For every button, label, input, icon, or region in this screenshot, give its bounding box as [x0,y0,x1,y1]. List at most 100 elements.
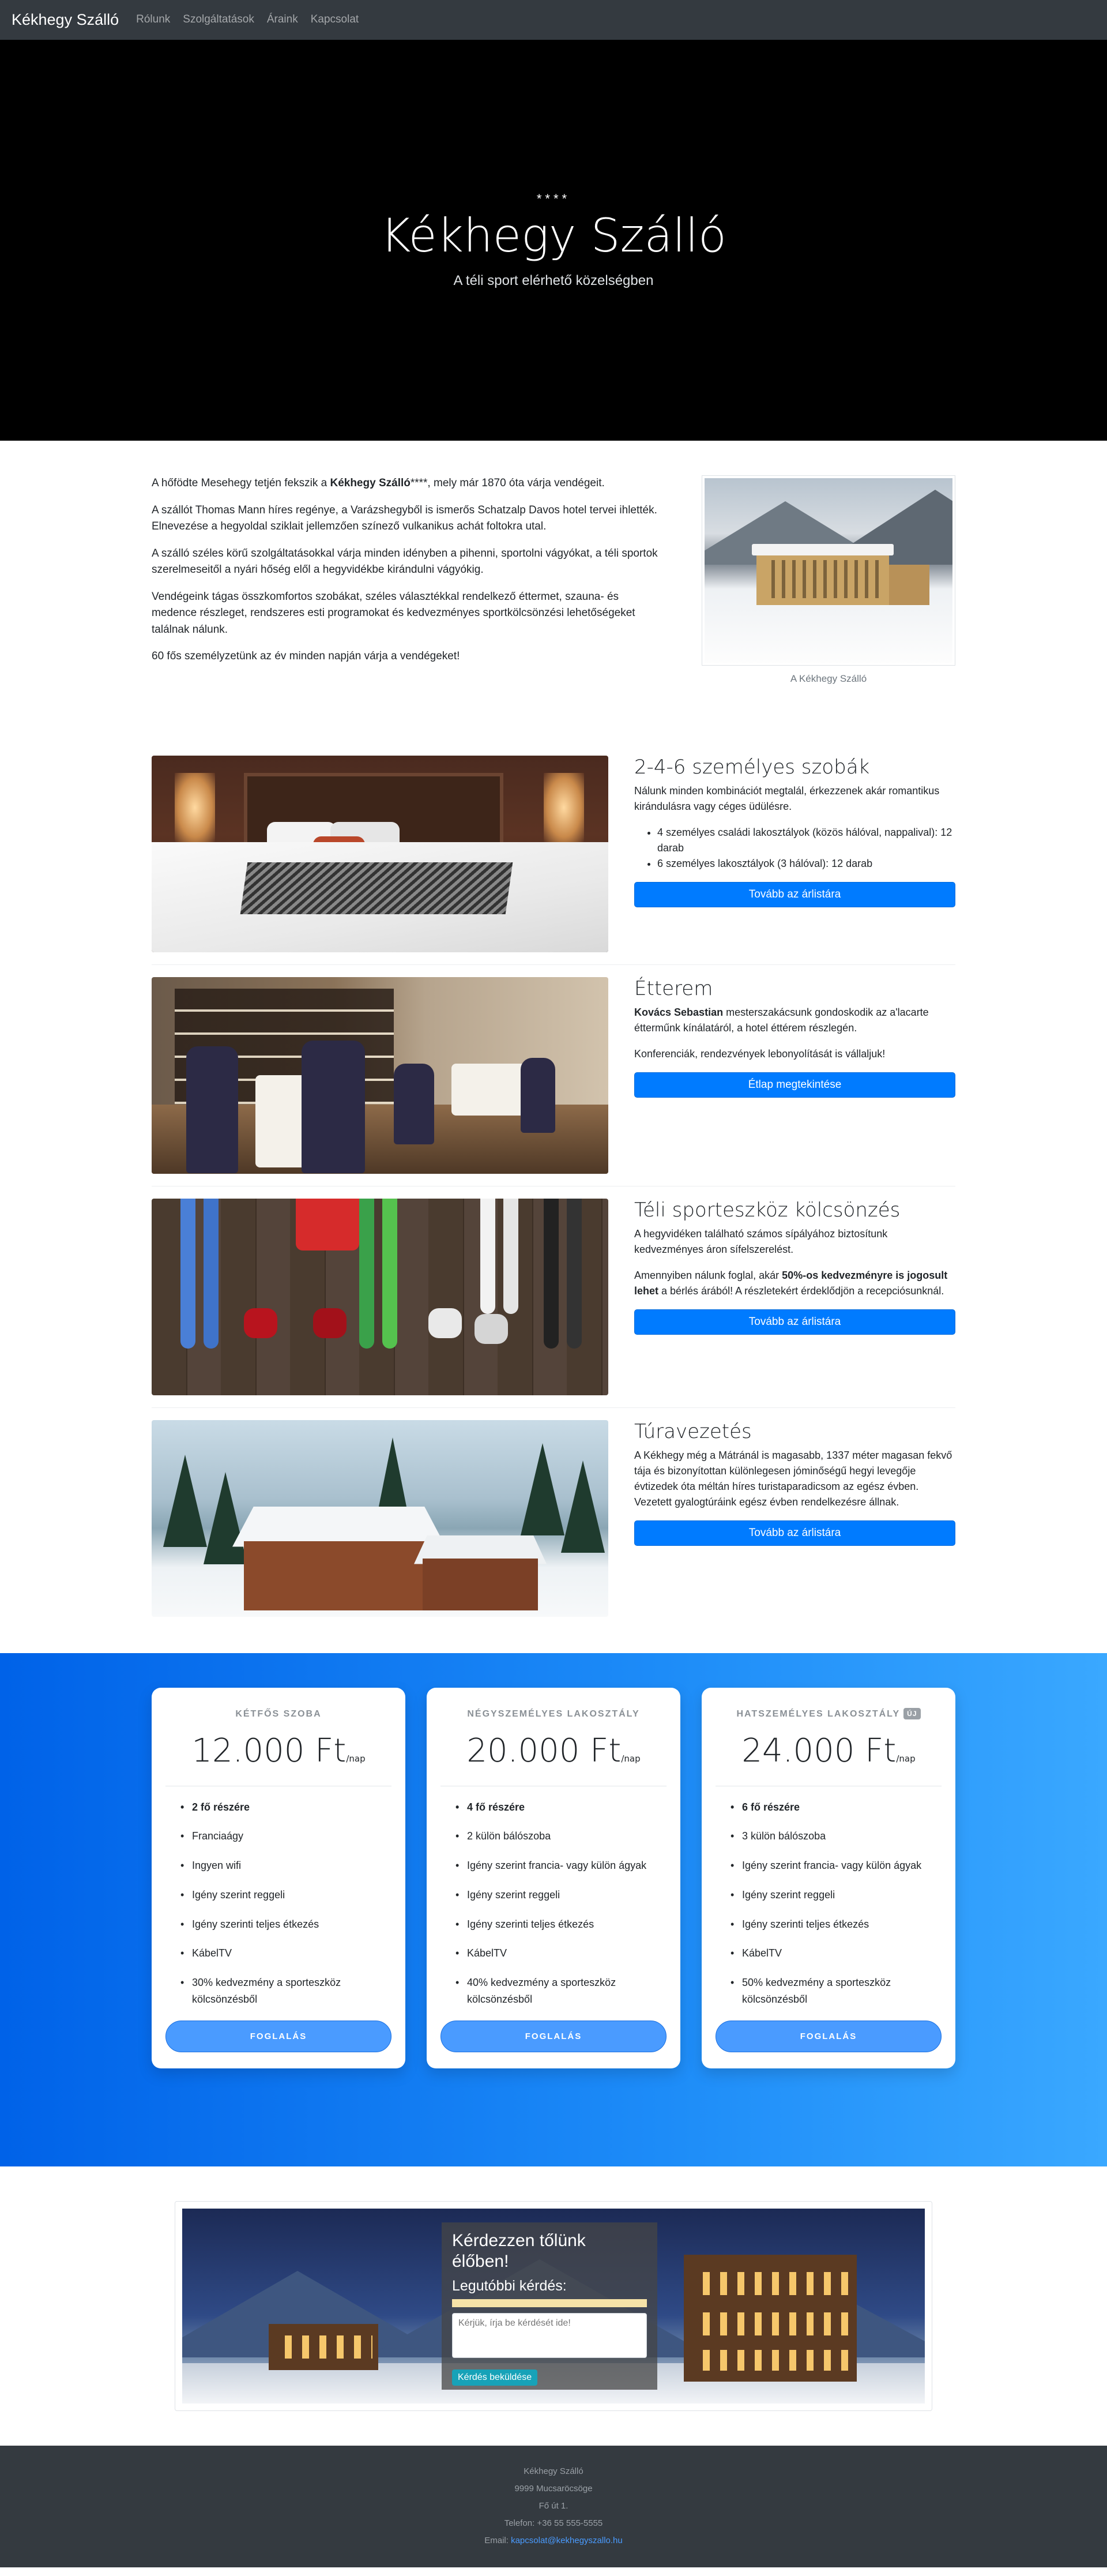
tours-pricelist-button[interactable]: Tovább az árlistára [634,1520,955,1546]
nav-link-about[interactable]: Rólunk [136,12,170,28]
about-p1-pre: A hőfödte Mesehegy tetjén fekszik a [152,477,330,489]
card-name: NÉGYSZEMÉLYES LAKOSZTÁLY [467,1708,640,1719]
price-unit: /nap [621,1753,641,1764]
top-navbar: Kékhegy Szálló Rólunk Szolgáltatások Ára… [0,0,1107,40]
about-paragraph: A szálló széles körű szolgáltatásokkal v… [152,547,658,576]
list-item: KábelTV [180,1945,391,1962]
list-item: Ingyen wifi [180,1857,391,1874]
list-item: Igény szerint francia- vagy külön ágyak [455,1857,667,1874]
list-item: Igény szerint reggeli [731,1887,942,1903]
feature-tours: Túravezetés A Kékhegy még a Mátránál is … [152,1420,955,1629]
rooms-body: 2-4-6 személyes szobák Nálunk minden kom… [634,756,955,952]
list-item: KábelTV [731,1945,942,1962]
about-paragraph: Vendégeink tágas összkomfortos szobákat,… [152,590,635,636]
hero-section: **** Kékhegy Szálló A téli sport elérhet… [0,40,1107,441]
rental-text: A hegyvidéken található számos sípályáho… [634,1228,888,1256]
hotel-photo-caption: A Kékhegy Szálló [790,673,867,684]
rental-body: Téli sporteszköz kölcsönzés A hegyvidéke… [634,1199,955,1395]
list-item: 4 személyes családi lakosztályok (közös … [657,825,955,856]
list-item: 2 fő részére [180,1799,391,1816]
list-item: 30% kedvezmény a sporteszköz kölcsönzésb… [180,1974,391,2008]
rental-pricelist-button[interactable]: Tovább az árlistára [634,1309,955,1335]
list-item: Igény szerinti teljes étkezés [180,1916,391,1933]
card-features: 2 fő részére Franciaágy Ingyen wifi Igén… [165,1799,391,2008]
list-item: 2 külön bálószoba [455,1828,667,1845]
new-badge: ÚJ [903,1708,921,1720]
restaurant-photo [152,977,608,1174]
footer-street: Fő út 1. [539,2500,568,2511]
about-hotel-name: Kékhegy Szálló [330,477,411,489]
list-item: Franciaágy [180,1828,391,1845]
pricing-section: KÉTFŐS SZOBA 12.000 Ft/nap 2 fő részére … [0,1653,1107,2166]
tours-title: Túravezetés [634,1420,752,1443]
pricing-card-double: KÉTFŐS SZOBA 12.000 Ft/nap 2 fő részére … [152,1687,405,2068]
card-name: KÉTFŐS SZOBA [235,1708,322,1719]
card-features: 4 fő részére 2 külön bálószoba Igény sze… [440,1799,667,2008]
rooms-list: 4 személyes családi lakosztályok (közös … [657,825,955,872]
rooms-photo [152,755,608,952]
tours-text: A Kékhegy még a Mátránál is magasabb, 13… [634,1450,952,1508]
hero-stars: **** [536,191,571,206]
menu-button[interactable]: Étlap megtekintése [634,1072,955,1098]
list-item: 3 külön bálószoba [731,1828,942,1845]
book-button[interactable]: FOGLALÁS [716,2020,942,2052]
restaurant-title: Étterem [634,977,713,1000]
about-p1-post: ****, mely már 1870 óta várja vendégeit. [410,477,605,489]
chef-name: Kovács Sebastian [634,1007,724,1019]
contact-section: Kérdezzen tőlünk élőben! Legutóbbi kérdé… [175,2201,932,2411]
rental-title: Téli sporteszköz kölcsönzés [634,1198,901,1222]
card-price: 12.000 Ft/nap [165,1727,391,1775]
price-unit: /nap [896,1753,916,1764]
rooms-pricelist-button[interactable]: Tovább az árlistára [634,882,955,908]
price-amount: 20.000 Ft [466,1732,622,1770]
footer-email-label: Email: [484,2535,511,2545]
contact-background: Kérdezzen tőlünk élőben! Legutóbbi kérdé… [182,2208,925,2404]
footer-name: Kékhegy Szálló [524,2466,583,2476]
list-item: Igény szerint reggeli [180,1887,391,1903]
feature-restaurant: Étterem Kovács Sebastian mesterszakácsun… [152,977,955,1186]
rental-t2-post: a bérlés árából! A részletekért érdeklőd… [658,1285,944,1297]
list-item: Igény szerint reggeli [455,1887,667,1903]
nav-link-services[interactable]: Szolgáltatások [183,12,254,28]
about-section: A hőfödte Mesehegy tetjén fekszik a Kékh… [152,441,955,686]
card-name: HATSZEMÉLYES LAKOSZTÁLY ÚJ [716,1707,942,1721]
footer-email-link[interactable]: kapcsolat@kekhegyszallo.hu [511,2536,623,2545]
question-textarea[interactable] [452,2313,647,2358]
card-price: 24.000 Ft/nap [716,1727,942,1775]
list-item: 50% kedvezmény a sporteszköz kölcsönzésb… [731,1974,942,2008]
feature-rooms: 2-4-6 személyes szobák Nálunk minden kom… [152,755,955,965]
send-question-button[interactable]: Kérdés beküldése [452,2369,538,2386]
restaurant-text2: Konferenciák, rendezvények lebonyolításá… [634,1048,886,1060]
pricing-card-four: NÉGYSZEMÉLYES LAKOSZTÁLY 20.000 Ft/nap 4… [427,1687,680,2068]
nav-link-prices[interactable]: Áraink [267,12,298,28]
footer-city: 9999 Mucsaröcsöge [514,2483,593,2494]
book-button[interactable]: FOGLALÁS [165,2020,391,2052]
rooms-title: 2-4-6 személyes szobák [634,755,870,779]
contact-subtitle: Legutóbbi kérdés: [452,2277,567,2294]
list-item: KábelTV [455,1945,667,1962]
card-name-text: HATSZEMÉLYES LAKOSZTÁLY [736,1708,901,1719]
about-text: A hőfödte Mesehegy tetjén fekszik a Kékh… [152,475,659,686]
price-amount: 12.000 Ft [191,1732,347,1770]
price-unit: /nap [346,1753,366,1764]
services-section: 2-4-6 személyes szobák Nálunk minden kom… [152,755,955,1629]
list-item: 6 fő részére [731,1799,942,1816]
book-button[interactable]: FOGLALÁS [440,2020,667,2052]
about-paragraph: 60 fős személyzetünk az év minden napján… [152,650,460,662]
list-item: 40% kedvezmény a sporteszköz kölcsönzésb… [455,1974,667,2008]
nav-link-contact[interactable]: Kapcsolat [311,12,359,28]
restaurant-body: Étterem Kovács Sebastian mesterszakácsun… [634,977,955,1174]
ski-rental-photo [152,1198,608,1395]
list-item: 4 fő részére [455,1799,667,1816]
footer-phone: Telefon: +36 55 555-5555 [504,2518,603,2528]
list-item: Igény szerinti teljes étkezés [455,1916,667,1933]
contact-title: Kérdezzen tőlünk élőben! [452,2230,586,2271]
tours-body: Túravezetés A Kékhegy még a Mátránál is … [634,1420,955,1617]
list-item: Igény szerint francia- vagy külön ágyak [731,1857,942,1874]
price-amount: 24.000 Ft [741,1732,897,1770]
hero-subtitle: A téli sport elérhető közelségben [453,273,654,288]
about-paragraph: A szállót Thomas Mann híres regénye, a V… [152,504,657,533]
navbar-brand[interactable]: Kékhegy Szálló [12,8,119,32]
footer-email: Email: kapcsolat@kekhegyszallo.hu [0,2532,1107,2549]
rooms-text: Nálunk minden kombinációt megtalál, érke… [634,785,940,813]
